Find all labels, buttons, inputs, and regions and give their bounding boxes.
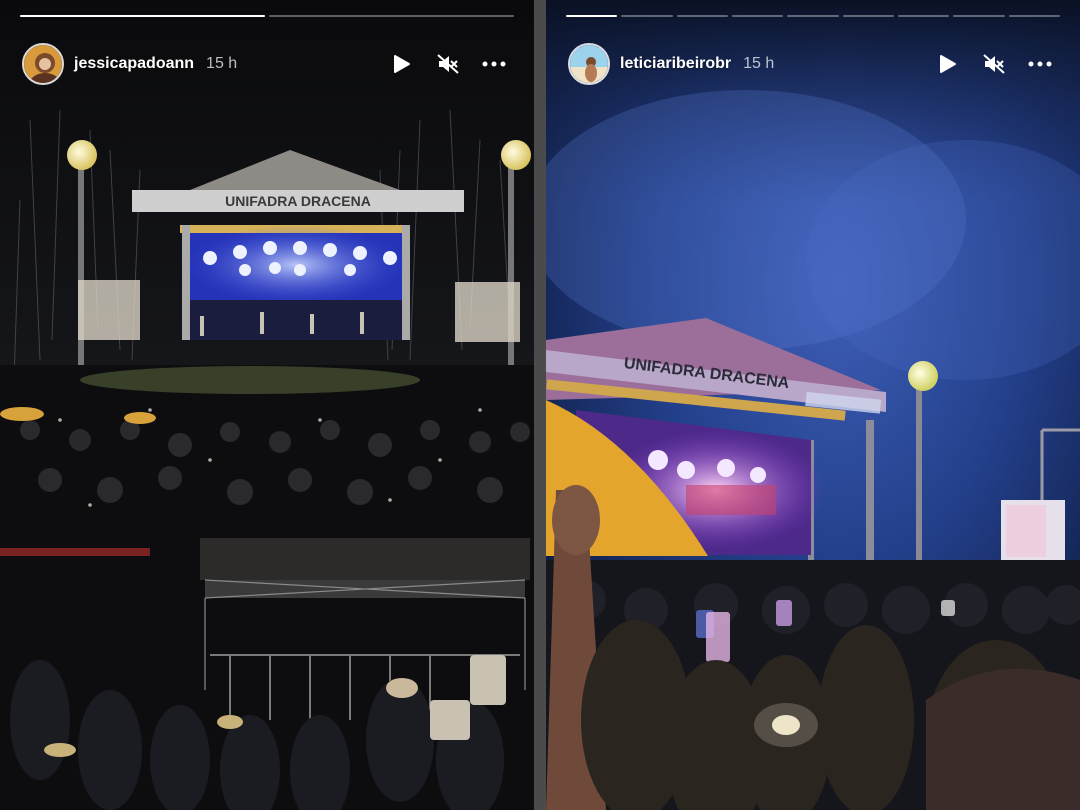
username[interactable]: jessicapadoann bbox=[74, 55, 194, 73]
story-header-left: jessicapadoann 15 h bbox=[22, 42, 506, 86]
story-progress-bar-left bbox=[20, 15, 514, 17]
progress-segment bbox=[566, 15, 618, 17]
play-icon[interactable] bbox=[936, 52, 960, 76]
progress-segment bbox=[621, 15, 673, 17]
more-options-icon[interactable] bbox=[1028, 52, 1052, 76]
progress-segment bbox=[1008, 15, 1060, 17]
progress-segment bbox=[787, 15, 839, 17]
concert-photo-left: UNIFADRA DRACENA bbox=[0, 0, 534, 810]
stories-comparison: UNIFADRA DRACENA jessicapadoann 15 h UNI… bbox=[0, 0, 1080, 810]
progress-segment bbox=[897, 15, 950, 17]
progress-segment bbox=[20, 15, 265, 17]
speaker-muted-icon[interactable] bbox=[982, 52, 1006, 76]
story-header-right: leticiaribeirobr 15 h bbox=[568, 42, 1052, 86]
progress-segment bbox=[676, 15, 728, 17]
username[interactable]: leticiaribeirobr bbox=[620, 55, 731, 73]
play-icon[interactable] bbox=[390, 52, 414, 76]
progress-segment bbox=[842, 15, 894, 17]
speaker-muted-icon[interactable] bbox=[436, 52, 460, 76]
stage-banner-left: UNIFADRA DRACENA bbox=[225, 193, 371, 209]
avatar[interactable] bbox=[22, 43, 64, 85]
avatar[interactable] bbox=[568, 43, 610, 85]
timestamp: 15 h bbox=[206, 55, 238, 72]
more-options-icon[interactable] bbox=[482, 52, 506, 76]
story-viewer-left[interactable]: UNIFADRA DRACENA jessicapadoann 15 h bbox=[0, 0, 534, 810]
progress-segment bbox=[269, 15, 514, 17]
story-viewer-right[interactable]: UNIFADRA DRACENA leticiaribeirobr 15 h bbox=[546, 0, 1080, 810]
story-progress-bar-right bbox=[566, 15, 1060, 17]
progress-segment bbox=[953, 15, 1005, 17]
panel-divider bbox=[534, 0, 546, 810]
concert-photo-right: UNIFADRA DRACENA bbox=[546, 0, 1080, 810]
timestamp: 15 h bbox=[743, 55, 775, 72]
progress-segment bbox=[731, 15, 784, 17]
